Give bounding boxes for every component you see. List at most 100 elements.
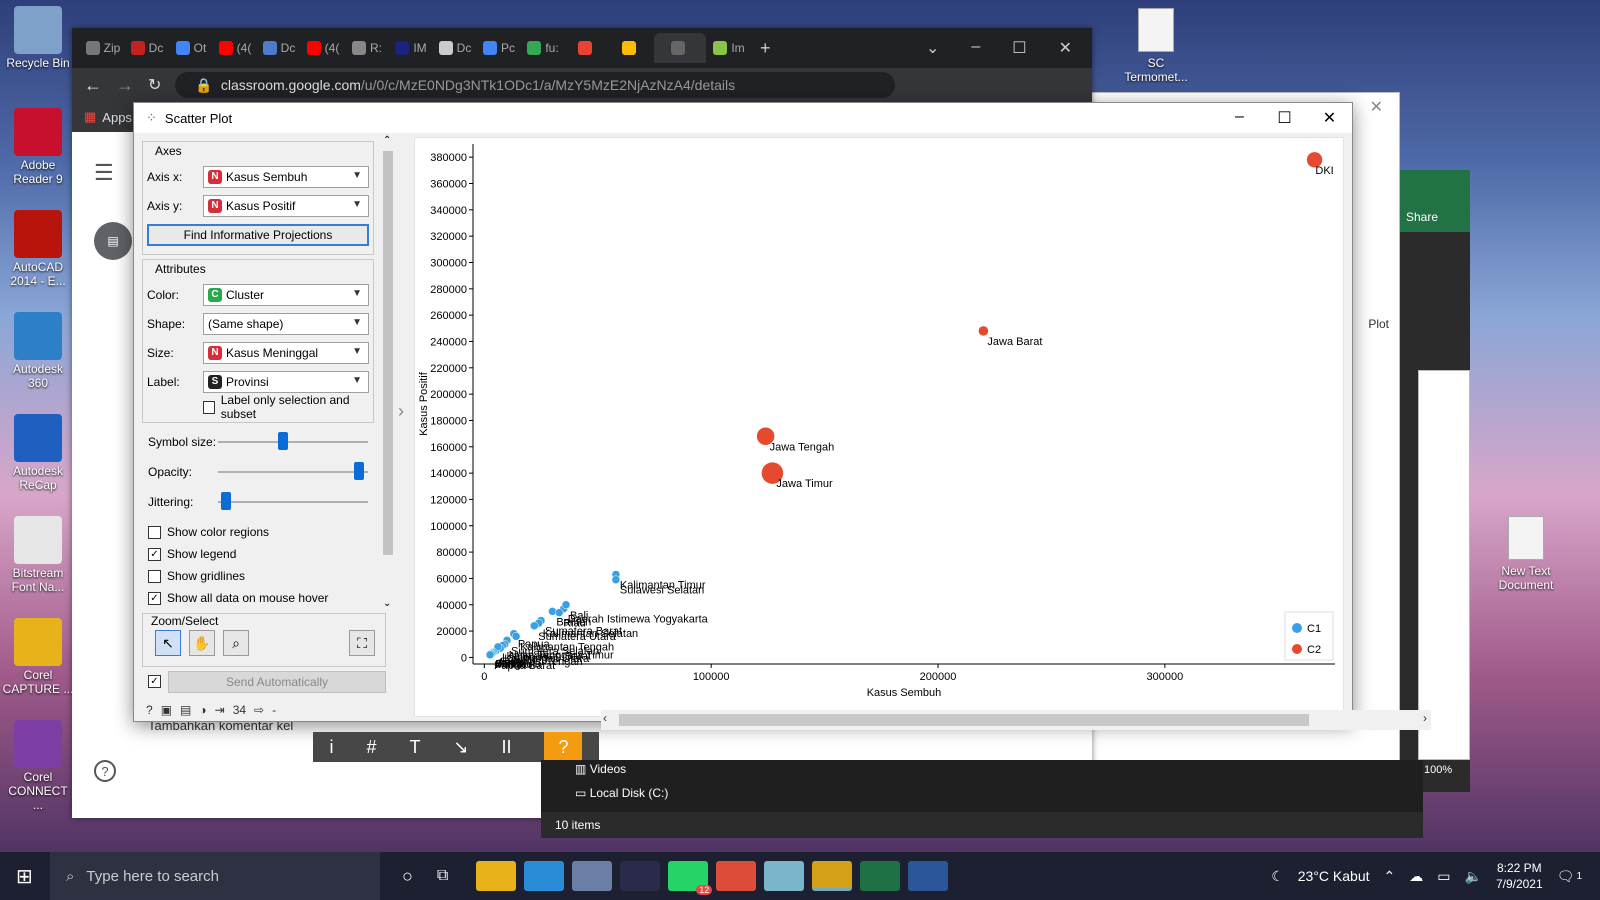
browser-tab[interactable]: R:: [346, 33, 388, 63]
url-field[interactable]: 🔒 classroom.google.com/u/0/c/MzE0NDg3NTk…: [175, 72, 896, 98]
data-point[interactable]: [611, 575, 621, 584]
pan-tool-button[interactable]: ✋: [189, 630, 215, 656]
phone-icon[interactable]: [524, 861, 565, 891]
notification-icon[interactable]: 🗨: [1557, 868, 1575, 885]
assignment-icon[interactable]: ▤: [94, 222, 132, 260]
close-icon[interactable]: ✕: [1059, 38, 1072, 58]
nav-item-videos[interactable]: ▥ Videos: [575, 762, 626, 776]
save-icon[interactable]: ▣: [161, 703, 172, 717]
desktop-icon[interactable]: Corel CAPTURE ...: [2, 618, 74, 696]
maximize-icon[interactable]: ☐: [1012, 38, 1026, 58]
desktop-icon[interactable]: AutoCAD 2014 - E...: [2, 210, 74, 288]
monitor-app-icon[interactable]: [572, 861, 613, 891]
display-option-checkbox[interactable]: Show color regions: [148, 521, 368, 543]
nox-icon[interactable]: [620, 861, 661, 891]
display-option-checkbox[interactable]: ✓ Show all data on mouse hover: [148, 587, 368, 607]
minimize-icon[interactable]: –: [971, 38, 980, 58]
browser-tab[interactable]: [654, 33, 706, 63]
windows-start-icon[interactable]: ⊞: [16, 864, 33, 889]
file-explorer-icon[interactable]: [476, 861, 517, 891]
zoom-tool-button[interactable]: ⌕: [223, 630, 249, 656]
maximize-icon[interactable]: ☐: [1262, 108, 1307, 128]
browser-tab[interactable]: IM: [390, 33, 432, 63]
explorer-hscroll[interactable]: ‹ ›: [601, 710, 1431, 730]
chevron-down-icon[interactable]: ⌄: [383, 598, 391, 609]
chevron-left-icon[interactable]: ‹: [603, 711, 607, 725]
desktop-icon[interactable]: Autodesk 360: [2, 312, 74, 390]
display-option-checkbox[interactable]: Show gridlines: [148, 565, 368, 587]
tab-search-icon[interactable]: ⌄: [926, 38, 939, 58]
back-icon[interactable]: ←: [84, 75, 102, 96]
excel-icon[interactable]: [860, 861, 901, 891]
visual-settings-icon[interactable]: ◑: [199, 703, 206, 717]
chevron-up-icon[interactable]: ⌃: [1384, 868, 1396, 885]
forward-icon[interactable]: →: [116, 75, 134, 96]
cortana-icon[interactable]: ○: [402, 866, 413, 887]
browser-tab[interactable]: [610, 33, 652, 63]
label-only-checkbox[interactable]: Label only selection and subset: [147, 393, 369, 421]
clock[interactable]: 8:22 PM 7/9/2021: [1496, 860, 1543, 892]
browser-tab[interactable]: Im: [708, 33, 750, 63]
reset-zoom-button[interactable]: ⛶: [349, 630, 375, 656]
symbol-size-slider[interactable]: [218, 432, 368, 450]
jittering-slider[interactable]: [218, 492, 368, 510]
chevron-up-icon[interactable]: ⌃: [383, 135, 391, 146]
find-informative-projections-button[interactable]: Find Informative Projections: [147, 224, 369, 246]
slider-handle[interactable]: [353, 462, 364, 480]
browser-tab[interactable]: (4(: [302, 33, 344, 63]
reload-icon[interactable]: ↻: [148, 75, 161, 95]
nav-item-local-disk[interactable]: ▭ Local Disk (C:): [575, 786, 668, 800]
arrow-tool-icon[interactable]: ↘: [453, 737, 468, 758]
checkbox-box[interactable]: ✓: [148, 591, 161, 605]
checkbox-box[interactable]: ✓: [148, 547, 161, 561]
opacity-slider[interactable]: [218, 462, 368, 480]
send-auto-checkbox[interactable]: ✓: [148, 673, 161, 688]
desktop-icon[interactable]: Autodesk ReCap: [2, 414, 74, 492]
paint-icon[interactable]: [764, 861, 805, 891]
desktop-icon[interactable]: Bitstream Font Na...: [2, 516, 74, 594]
cloud-icon[interactable]: ☁: [1409, 868, 1423, 885]
desktop-icon[interactable]: Corel CONNECT ...: [2, 720, 74, 812]
apps-link[interactable]: Apps: [102, 110, 132, 125]
data-point[interactable]: [978, 325, 989, 337]
slider-handle[interactable]: [220, 492, 231, 510]
control-scrollbar[interactable]: ⌃ ⌄: [382, 135, 394, 609]
text-tool-icon[interactable]: T: [409, 737, 420, 758]
desktop-icon[interactable]: Adobe Reader 9: [2, 108, 74, 186]
checkbox-box[interactable]: [148, 525, 161, 539]
data-point[interactable]: [485, 650, 495, 660]
help-icon[interactable]: ?: [544, 732, 583, 762]
desktop-icon[interactable]: Recycle Bin: [2, 6, 74, 70]
label-combo[interactable]: S Provinsi ▼: [203, 370, 369, 393]
grid-icon[interactable]: #: [366, 737, 376, 758]
desktop-file-newtext[interactable]: New Text Document: [1490, 516, 1562, 592]
help-icon[interactable]: ?: [94, 760, 116, 782]
browser-tab[interactable]: Dc: [258, 33, 300, 63]
minimize-icon[interactable]: –: [1217, 108, 1262, 128]
chevron-right-icon[interactable]: ›: [1423, 711, 1427, 725]
collapse-panel-icon[interactable]: ›: [398, 401, 404, 422]
data-point[interactable]: [529, 621, 539, 631]
close-icon[interactable]: ✕: [1307, 108, 1352, 128]
axis-x-combo[interactable]: N Kasus Sembuh ▼: [203, 165, 369, 188]
task-view-icon[interactable]: ⧉: [437, 867, 448, 885]
checkbox-box[interactable]: ✓: [148, 675, 161, 688]
checkbox-box[interactable]: [148, 569, 161, 583]
owl-app-icon[interactable]: [812, 861, 853, 891]
browser-tab[interactable]: (4(: [214, 33, 256, 63]
browser-tab[interactable]: Dc: [126, 33, 168, 63]
apps-icon[interactable]: ▦: [84, 109, 96, 125]
display-option-checkbox[interactable]: ✓ Show legend: [148, 543, 368, 565]
pause-icon[interactable]: II: [501, 737, 511, 758]
checkbox-box[interactable]: [203, 400, 215, 414]
browser-tab[interactable]: Ot: [170, 33, 212, 63]
report-icon[interactable]: ▤: [180, 703, 191, 717]
scroll-thumb[interactable]: [619, 714, 1309, 726]
browser-tab[interactable]: Zip: [82, 33, 124, 63]
shape-combo[interactable]: (Same shape) ▼: [203, 312, 369, 335]
close-icon[interactable]: ✕: [1370, 97, 1383, 117]
word-icon[interactable]: [908, 861, 949, 891]
browser-tab[interactable]: Pc: [478, 33, 520, 63]
browser-tab[interactable]: fu:: [522, 33, 564, 63]
help-icon[interactable]: ?: [146, 703, 153, 717]
